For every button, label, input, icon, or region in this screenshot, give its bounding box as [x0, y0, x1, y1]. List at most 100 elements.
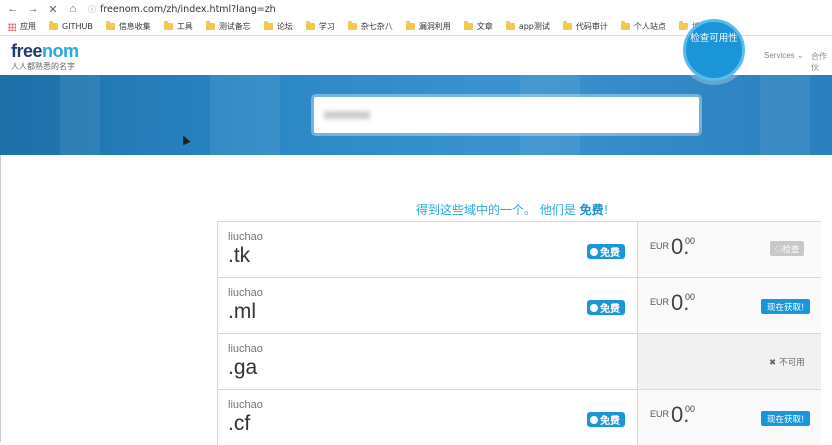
bookmark-exploits[interactable]: 漏洞利用 — [405, 21, 451, 32]
folder-icon — [263, 21, 273, 30]
badge-dot-icon — [590, 247, 598, 256]
domain-name: liuchao — [228, 231, 263, 243]
freenom-logo[interactable]: freenom — [11, 41, 79, 62]
currency: EUR — [650, 241, 670, 251]
url-text: freenom.com/zh/index.html?lang=zh — [100, 3, 276, 15]
price-cents: 00 — [685, 292, 696, 302]
folder-icon — [562, 21, 572, 30]
close-icon: ✖ — [769, 358, 777, 368]
currency: EUR — [650, 297, 670, 307]
folder-icon — [678, 21, 688, 30]
logo-text: free — [11, 41, 43, 61]
domain-name: liuchao — [228, 287, 263, 299]
domain-cell: liuchao .ml 免费 — [218, 278, 637, 333]
currency: EUR — [650, 409, 670, 419]
bookmark-label: 信息收集 — [118, 22, 151, 31]
folder-icon — [305, 21, 315, 30]
badge-label: 免费 — [600, 304, 620, 315]
tagline: 人人都熟悉的名字 — [11, 62, 75, 71]
folder-icon — [505, 21, 515, 30]
checking-button[interactable]: ◌ 检查 — [770, 241, 805, 256]
unavailable-label: ✖ 不可用 — [769, 356, 805, 368]
bookmark-study[interactable]: 学习 — [305, 21, 335, 32]
browser-address-bar: ← → ✕ ⌂ ⓘ freenom.com/zh/index.html?lang=… — [0, 0, 832, 18]
domain-results-list: liuchao .tk 免费 EUR 0. 00 ◌ 检查 liuchao .ml… — [217, 221, 821, 445]
bookmark-github[interactable]: GITHUB — [49, 21, 93, 31]
domain-search-box — [314, 97, 699, 133]
folder-icon — [620, 21, 630, 30]
nav-partners[interactable]: 合作伙 — [811, 51, 832, 73]
home-icon[interactable]: ⌂ — [66, 2, 80, 16]
bookmark-label: GITHUB — [62, 22, 93, 31]
bookmark-info-gathering[interactable]: 信息收集 — [105, 21, 151, 32]
folder-icon — [347, 21, 357, 30]
bookmark-label: 测试备忘 — [218, 22, 251, 31]
bookmark-label: 论坛 — [276, 22, 293, 31]
results-heading: 得到这些域中的一个。 他们是 免费! — [416, 201, 608, 218]
domain-tld: .ga — [228, 356, 258, 379]
free-badge: 免费 — [587, 244, 625, 259]
domain-row-cf: liuchao .cf 免费 EUR 0. 00 现在获取! — [217, 389, 821, 445]
folder-icon — [463, 21, 473, 30]
free-badge: 免费 — [587, 412, 625, 427]
domain-row-ga: liuchao .ga ✖ 不可用 — [217, 333, 821, 389]
bookmark-misc[interactable]: 杂七杂八 — [347, 21, 393, 32]
badge-label: 免费 — [600, 248, 620, 259]
back-icon[interactable]: ← — [6, 2, 20, 16]
bookmark-personal-site[interactable]: 个人站点 — [620, 21, 666, 32]
folder-icon — [105, 21, 115, 30]
price-cell: EUR 0. 00 ◌ 检查 — [637, 222, 821, 277]
domain-tld: .ml — [228, 300, 256, 323]
blurred-query — [324, 111, 370, 119]
domain-tld: .tk — [228, 244, 251, 267]
apps-grid-icon[interactable] — [8, 22, 16, 31]
domain-cell: liuchao .ga — [218, 334, 637, 389]
free-badge: 免费 — [587, 300, 625, 315]
badge-label: 免费 — [600, 416, 620, 427]
hero-decoration — [60, 75, 100, 155]
domain-name: liuchao — [228, 343, 263, 355]
domain-search-input[interactable] — [314, 97, 699, 133]
badge-dot-icon — [590, 303, 598, 312]
forward-icon[interactable]: → — [26, 2, 40, 16]
button-label: 检查 — [782, 244, 800, 255]
bookmark-label: 杂七杂八 — [360, 22, 393, 31]
heading-text: 得到这些域中的一个。 他们是 — [416, 203, 580, 217]
bookmark-test-notes[interactable]: 测试备忘 — [205, 21, 251, 32]
bookmark-label: 漏洞利用 — [418, 22, 451, 31]
info-icon: ⓘ — [88, 4, 96, 14]
unavailable-text: 不可用 — [779, 358, 805, 368]
domain-row-ml: liuchao .ml 免费 EUR 0. 00 现在获取! — [217, 277, 821, 333]
price-cell: ✖ 不可用 — [637, 334, 821, 389]
url-field[interactable]: ⓘ freenom.com/zh/index.html?lang=zh — [88, 4, 276, 15]
price-cents: 00 — [685, 236, 696, 246]
get-it-now-button[interactable]: 现在获取! — [761, 299, 811, 314]
bookmark-tools[interactable]: 工具 — [163, 21, 193, 32]
stop-icon[interactable]: ✕ — [46, 2, 60, 16]
bookmark-apps[interactable]: 应用 — [20, 21, 36, 32]
domain-tld: .cf — [228, 412, 251, 435]
logo-text: n — [42, 41, 53, 61]
bookmark-label: app测试 — [518, 22, 550, 31]
bookmark-label: 应用 — [20, 22, 36, 31]
folder-icon — [49, 21, 58, 30]
hero-banner — [0, 75, 832, 155]
bookmark-forum[interactable]: 论坛 — [263, 21, 293, 32]
logo-text: om — [52, 41, 80, 61]
folder-icon — [163, 21, 173, 30]
bookmark-articles[interactable]: 文章 — [463, 21, 493, 32]
bookmark-label: 文章 — [476, 22, 493, 31]
bookmark-app-testing[interactable]: app测试 — [505, 21, 550, 32]
spinner-icon: ◌ — [775, 243, 783, 254]
hero-decoration — [210, 75, 280, 155]
get-it-now-button[interactable]: 现在获取! — [761, 411, 811, 426]
bookmark-code-audit[interactable]: 代码审计 — [562, 21, 608, 32]
price-cents: 00 — [685, 404, 696, 414]
bookmark-label: 个人站点 — [633, 22, 666, 31]
folder-icon — [405, 21, 415, 30]
badge-dot-icon — [590, 415, 598, 424]
price-cell: EUR 0. 00 现在获取! — [637, 390, 821, 445]
check-availability-button[interactable]: 检查可用性 — [683, 19, 745, 81]
nav-services[interactable]: Services ⌄ — [764, 51, 804, 60]
bookmark-label: 代码审计 — [575, 22, 608, 31]
